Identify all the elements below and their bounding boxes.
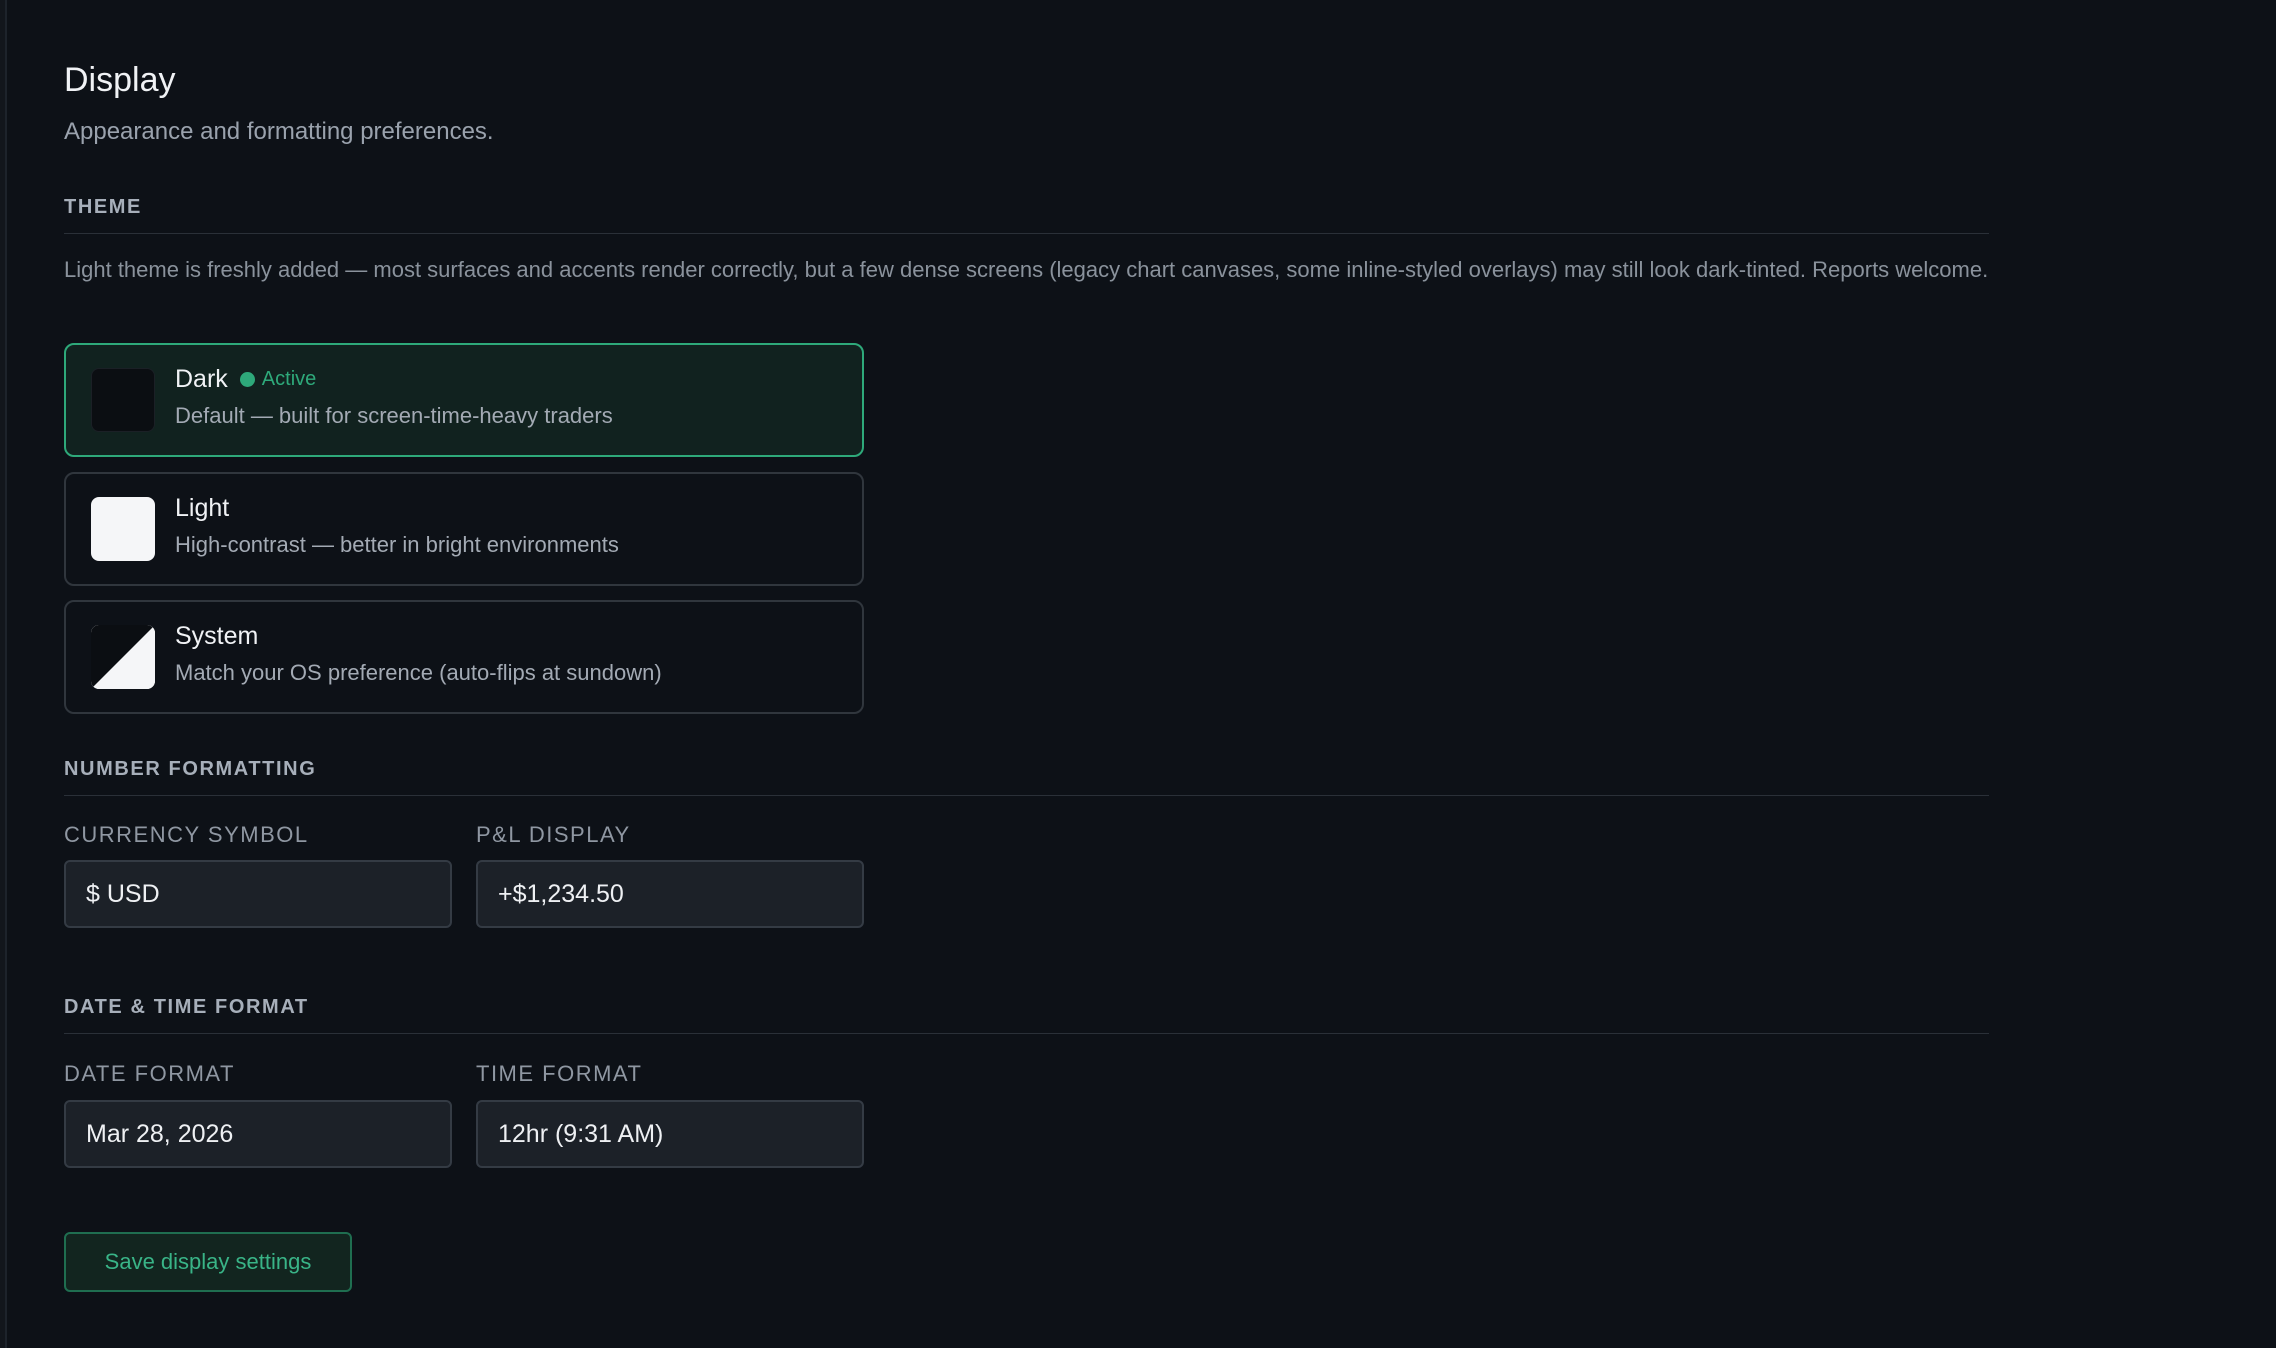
theme-option-dark-title: Dark Active bbox=[175, 365, 316, 394]
theme-option-dark[interactable]: Dark Active Default — built for screen-t… bbox=[64, 343, 864, 457]
sidebar-divider bbox=[0, 0, 7, 1348]
theme-option-system-description: Match your OS preference (auto-flips at … bbox=[175, 660, 662, 685]
theme-option-system-title: System bbox=[175, 622, 258, 651]
half-split-icon bbox=[91, 625, 155, 689]
pnl-display-label: P&L DISPLAY bbox=[476, 822, 631, 847]
theme-note: Light theme is freshly added — most surf… bbox=[64, 257, 1989, 282]
theme-option-dark-label: Dark bbox=[175, 365, 228, 393]
page-title: Display bbox=[64, 61, 176, 99]
currency-symbol-input[interactable] bbox=[64, 860, 452, 928]
pnl-display-input[interactable] bbox=[476, 860, 864, 928]
settings-page: Display Appearance and formatting prefer… bbox=[0, 0, 2276, 1348]
theme-option-system-label: System bbox=[175, 622, 259, 650]
number-formatting-heading: NUMBER FORMATTING bbox=[64, 758, 1989, 796]
theme-option-light-title: Light bbox=[175, 494, 229, 523]
active-dot-icon bbox=[239, 372, 255, 387]
page-subtitle: Appearance and formatting preferences. bbox=[64, 118, 494, 145]
save-display-settings-button[interactable]: Save display settings bbox=[64, 1232, 352, 1292]
light-theme-swatch-icon bbox=[91, 497, 155, 561]
theme-option-dark-description: Default — built for screen-time-heavy tr… bbox=[175, 403, 613, 428]
date-time-heading: DATE & TIME FORMAT bbox=[64, 996, 1989, 1034]
date-format-label: DATE FORMAT bbox=[64, 1061, 235, 1086]
active-badge-label: Active bbox=[261, 368, 317, 390]
time-format-label: TIME FORMAT bbox=[476, 1061, 643, 1086]
theme-option-light-label: Light bbox=[175, 494, 230, 522]
theme-option-light[interactable]: Light High-contrast — better in bright e… bbox=[64, 472, 864, 586]
theme-option-system[interactable]: System Match your OS preference (auto-fl… bbox=[64, 600, 864, 714]
active-badge: Active bbox=[239, 368, 317, 391]
currency-symbol-label: CURRENCY SYMBOL bbox=[64, 822, 309, 847]
system-theme-swatch-icon bbox=[91, 625, 155, 689]
dark-theme-swatch-icon bbox=[91, 368, 155, 432]
date-format-input[interactable] bbox=[64, 1100, 452, 1168]
time-format-input[interactable] bbox=[476, 1100, 864, 1168]
theme-section-heading: THEME bbox=[64, 196, 1989, 234]
theme-option-light-description: High-contrast — better in bright environ… bbox=[175, 532, 619, 557]
